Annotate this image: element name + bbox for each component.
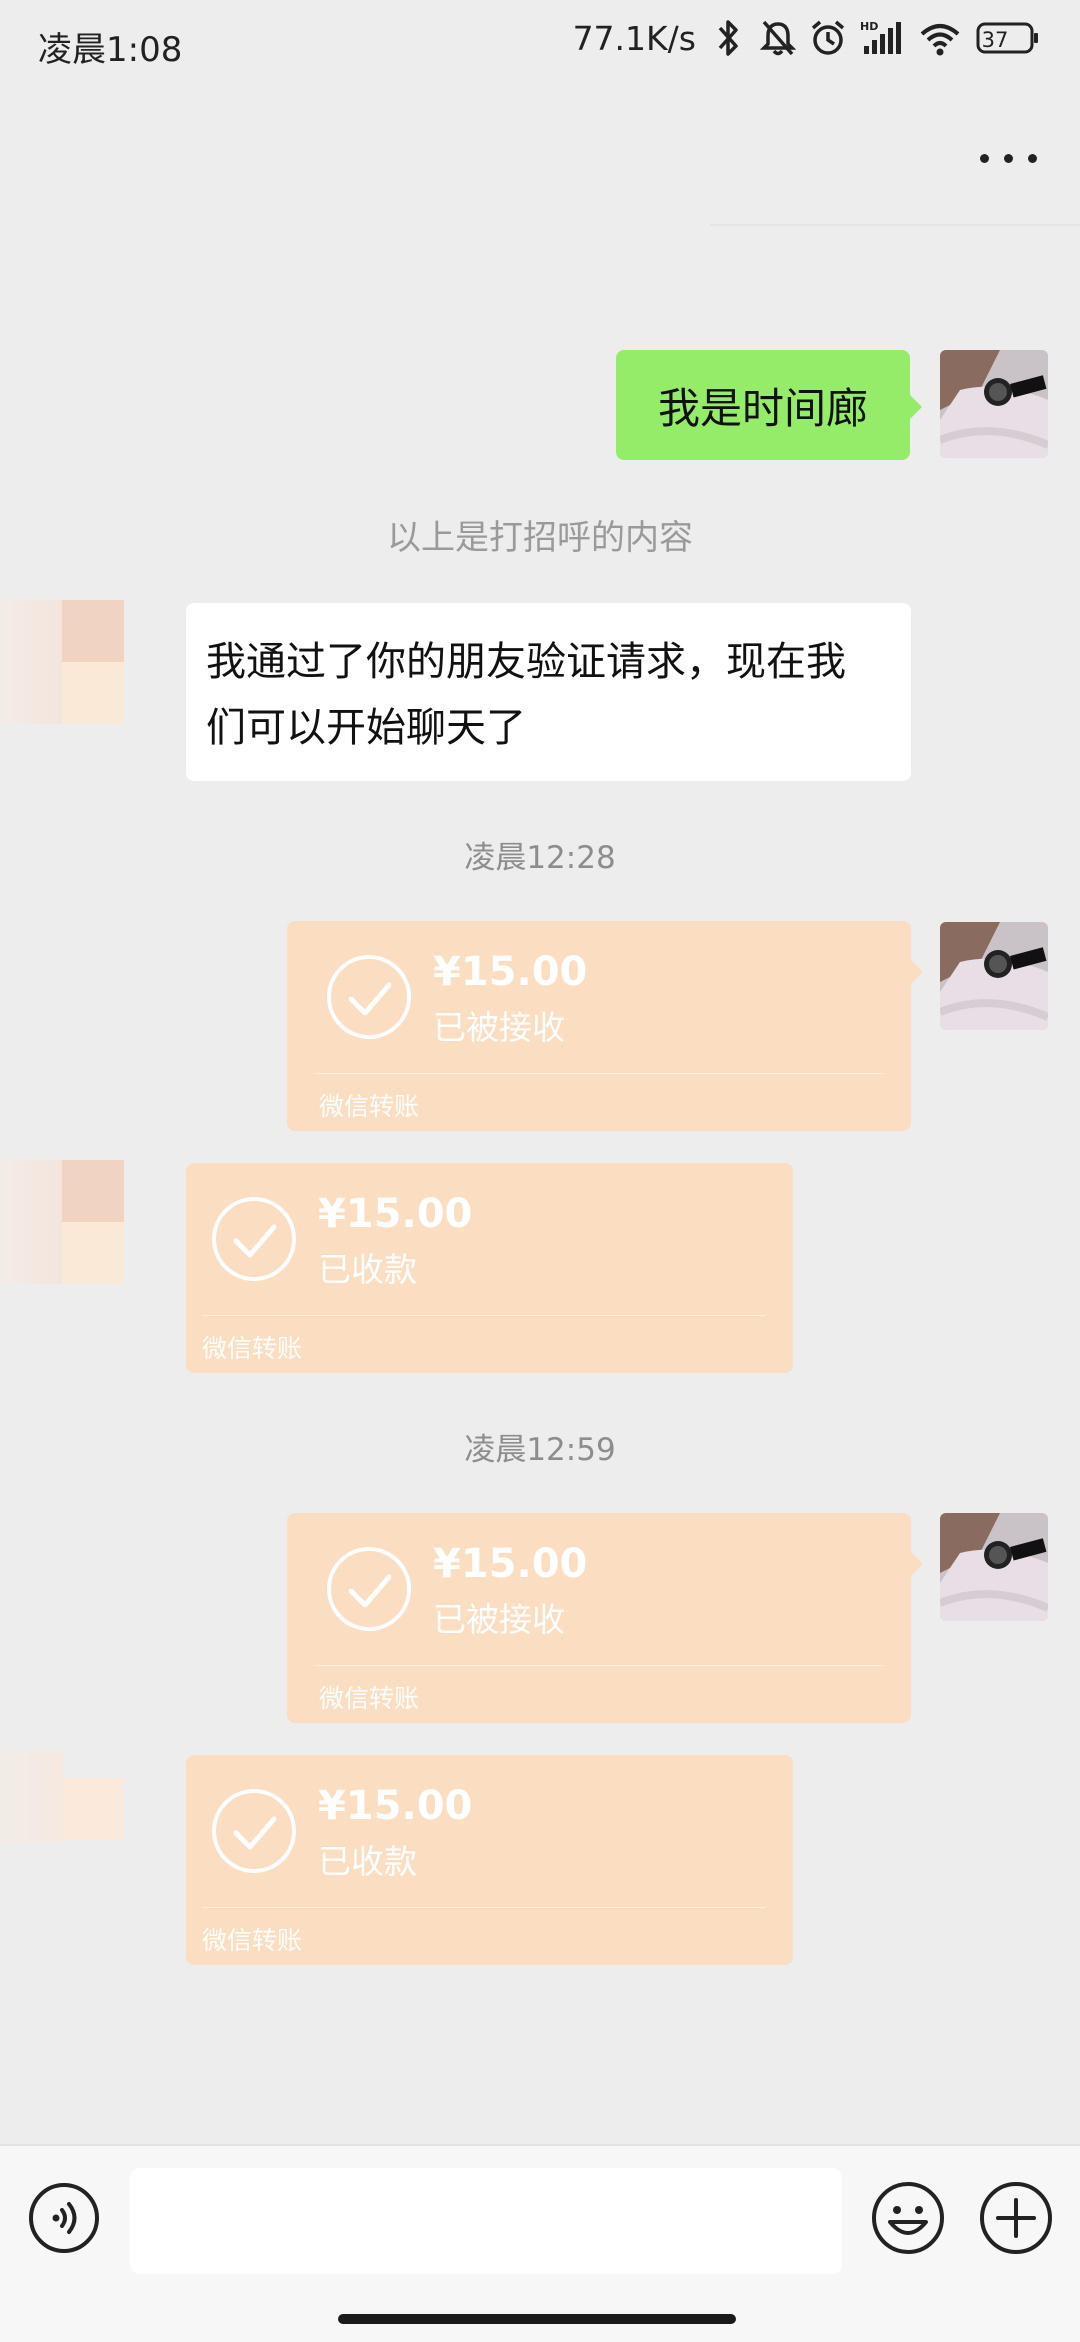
- my-avatar[interactable]: [940, 350, 1048, 458]
- header-divider: [710, 224, 1080, 226]
- check-icon: [212, 1197, 296, 1281]
- transfer-divider: [202, 1315, 765, 1316]
- signal-icon: HD: [860, 20, 901, 54]
- bubble-tail: [910, 395, 922, 419]
- received-message-text: 我通过了你的朋友验证请求，现在我们可以开始聊天了: [206, 639, 846, 751]
- transfer-label: 微信转账: [319, 1684, 420, 1713]
- sent-message-text: 我是时间廊: [657, 383, 868, 433]
- mute-icon: [760, 20, 796, 56]
- transfer-status: 已收款: [318, 1250, 417, 1289]
- message-input[interactable]: [130, 2168, 842, 2274]
- check-icon: [327, 955, 411, 1039]
- friend-avatar[interactable]: [0, 1160, 124, 1284]
- svg-text:HD: HD: [860, 20, 878, 33]
- transfer-amount: ¥15.00: [318, 1783, 473, 1829]
- transfer-card-received[interactable]: ¥15.00 已收款 微信转账: [186, 1163, 793, 1373]
- transfer-card-sent[interactable]: ¥15.00 已被接收 微信转账: [287, 921, 911, 1131]
- my-avatar[interactable]: [940, 1513, 1048, 1621]
- status-time: 凌晨1:08: [38, 30, 183, 70]
- sent-message-bubble[interactable]: 我是时间廊: [616, 350, 910, 460]
- transfer-card-received[interactable]: ¥15.00 已收款 微信转账: [186, 1755, 793, 1965]
- received-message-bubble[interactable]: 我通过了你的朋友验证请求，现在我们可以开始聊天了: [186, 603, 911, 781]
- more-icon-dot: [1004, 154, 1013, 163]
- alarm-icon: [811, 20, 845, 55]
- transfer-label: 微信转账: [202, 1334, 303, 1363]
- transfer-divider: [202, 1907, 765, 1908]
- transfer-divider: [315, 1073, 883, 1074]
- home-indicator[interactable]: [338, 2314, 736, 2324]
- my-avatar[interactable]: [940, 922, 1048, 1030]
- input-bar: [0, 2144, 1080, 2342]
- friend-avatar[interactable]: [0, 600, 124, 724]
- check-icon: [212, 1789, 296, 1873]
- more-icon-dot: [1028, 154, 1037, 163]
- more-options-button[interactable]: [980, 148, 1040, 172]
- timestamp: 凌晨12:28: [464, 840, 616, 876]
- voice-icon[interactable]: [28, 2182, 100, 2254]
- friend-avatar[interactable]: [0, 1752, 124, 1842]
- bubble-tail: [911, 1552, 923, 1576]
- transfer-status: 已收款: [318, 1842, 417, 1881]
- chat-header: [0, 92, 1080, 228]
- transfer-card-sent[interactable]: ¥15.00 已被接收 微信转账: [287, 1513, 911, 1723]
- transfer-label: 微信转账: [319, 1092, 420, 1121]
- wifi-icon: [920, 24, 960, 56]
- network-speed: 77.1K/s: [572, 18, 696, 58]
- bubble-tail: [911, 960, 923, 984]
- more-icon: [980, 154, 989, 163]
- transfer-amount: ¥15.00: [433, 1541, 588, 1587]
- transfer-label: 微信转账: [202, 1926, 303, 1955]
- transfer-status: 已被接收: [433, 1008, 565, 1047]
- emoji-icon[interactable]: [870, 2180, 946, 2256]
- transfer-amount: ¥15.00: [433, 949, 588, 995]
- plus-icon[interactable]: [978, 2180, 1054, 2256]
- bluetooth-icon: [718, 20, 738, 56]
- transfer-status: 已被接收: [433, 1600, 565, 1639]
- check-icon: [327, 1547, 411, 1631]
- battery-level: 37: [981, 28, 1009, 52]
- timestamp: 凌晨12:59: [464, 1432, 616, 1468]
- status-bar: 凌晨1:08 77.1K/s HD 37: [0, 0, 1080, 92]
- transfer-divider: [315, 1665, 883, 1666]
- system-note: 以上是打招呼的内容: [387, 518, 693, 558]
- transfer-amount: ¥15.00: [318, 1191, 473, 1237]
